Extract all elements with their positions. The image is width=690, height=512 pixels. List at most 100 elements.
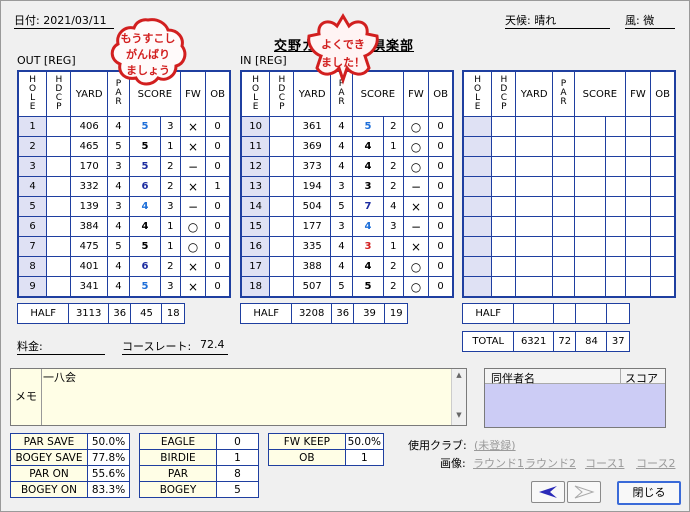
images-label: 画像: bbox=[440, 457, 466, 470]
clubs-link[interactable]: (未登録) bbox=[474, 437, 516, 453]
hole-row[interactable]: 5 139 3 4 3−0 bbox=[17, 196, 231, 217]
stat-key: BOGEY ON bbox=[10, 481, 88, 498]
hole-row[interactable] bbox=[462, 176, 676, 197]
ob-cell bbox=[650, 256, 676, 277]
fee-field[interactable] bbox=[17, 338, 105, 355]
stamp-try-harder-line2: がんばり bbox=[126, 48, 170, 61]
stat-row: PAR 8 bbox=[139, 465, 259, 482]
stat-key: BIRDIE bbox=[139, 449, 217, 466]
hole-row[interactable]: 10 361 4 5 2 ○ 0 bbox=[240, 116, 454, 137]
scroll-down-icon[interactable]: ▼ bbox=[452, 411, 466, 419]
putt-cell: 2 bbox=[382, 276, 404, 298]
image-link-course2[interactable]: コース2 bbox=[636, 455, 675, 471]
par-cell: 5 bbox=[329, 276, 354, 298]
hole-row[interactable]: 1 406 4 5 3 × 0 bbox=[17, 116, 231, 137]
in-half-row: HALF 3208 36 39 19 bbox=[239, 303, 408, 324]
hole-number: 8 bbox=[17, 256, 48, 277]
hole-row[interactable]: 16 335 4 3 1 × 0 bbox=[240, 236, 454, 257]
stat-value: 1 bbox=[216, 449, 259, 466]
hole-row[interactable] bbox=[462, 236, 676, 257]
prev-button[interactable] bbox=[531, 481, 565, 503]
par-cell bbox=[551, 216, 576, 237]
fw-cell: ○ bbox=[402, 256, 430, 277]
score-cell: 5 bbox=[129, 276, 161, 298]
stamp-try-harder-line3: ましょう bbox=[126, 64, 170, 77]
half-yard: 3113 bbox=[68, 303, 109, 324]
score-cell: 4 bbox=[129, 196, 161, 217]
par-cell: 4 bbox=[106, 256, 131, 277]
hole-row[interactable]: 17 388 4 4 2 ○ 0 bbox=[240, 256, 454, 277]
image-link-round1[interactable]: ラウンド1 bbox=[473, 455, 524, 471]
hole-row[interactable] bbox=[462, 256, 676, 277]
hole-number bbox=[462, 256, 493, 277]
memo-box: メモ 一八会 ▲ ▼ bbox=[10, 368, 467, 426]
yard-cell bbox=[515, 256, 553, 277]
hole-row[interactable]: 6 384 4 4 1 ○ 0 bbox=[17, 216, 231, 237]
half-label: HALF bbox=[461, 303, 515, 324]
fw-header: FW bbox=[624, 70, 652, 117]
putt-cell: 1 bbox=[159, 236, 181, 257]
image-link-course1[interactable]: コース1 bbox=[585, 455, 624, 471]
companion-list[interactable]: 同伴者名 スコア bbox=[484, 368, 666, 428]
half-putt: 18 bbox=[161, 303, 185, 324]
hole-number: 17 bbox=[240, 256, 271, 277]
hole-row[interactable] bbox=[462, 216, 676, 237]
hole-row[interactable]: 18 507 5 5 2 ○ 0 bbox=[240, 276, 454, 298]
memo-text[interactable]: 一八会 bbox=[43, 369, 448, 423]
par-cell: 3 bbox=[329, 176, 354, 197]
hole-row[interactable] bbox=[462, 116, 676, 137]
next-button[interactable] bbox=[567, 481, 601, 503]
hole-number: 4 bbox=[17, 176, 48, 197]
yard-cell: 507 bbox=[293, 276, 331, 298]
hole-row[interactable]: 14 504 5 7 4 × 0 bbox=[240, 196, 454, 217]
fw-cell: − bbox=[179, 196, 207, 217]
half-par: 36 bbox=[330, 303, 355, 324]
yard-cell bbox=[515, 136, 553, 157]
hole-number: 15 bbox=[240, 216, 271, 237]
fw-cell: × bbox=[179, 116, 207, 137]
hole-row[interactable]: 2 465 5 5 1 × 0 bbox=[17, 136, 231, 157]
ob-cell: 0 bbox=[428, 156, 454, 177]
putt-cell: 1 bbox=[382, 136, 404, 157]
putt-cell bbox=[604, 236, 626, 257]
score-cell bbox=[574, 116, 606, 137]
hole-row[interactable]: 4 332 4 6 2 × 1 bbox=[17, 176, 231, 197]
fw-cell: × bbox=[402, 236, 430, 257]
hole-row[interactable]: 9 341 4 5 3 × 0 bbox=[17, 276, 231, 298]
yard-cell: 504 bbox=[293, 196, 331, 217]
stats-mid-table: EAGLE 0 BIRDIE 1 PAR 8 BOGEY 5 bbox=[139, 433, 259, 498]
putt-cell: 2 bbox=[159, 156, 181, 177]
hole-row[interactable]: 3 170 3 5 2−0 bbox=[17, 156, 231, 177]
hole-row[interactable]: 8 401 4 6 2 × 0 bbox=[17, 256, 231, 277]
half-score-empty bbox=[575, 303, 608, 324]
hole-row[interactable]: 12 373 4 4 2 ○ 0 bbox=[240, 156, 454, 177]
yard-cell: 373 bbox=[293, 156, 331, 177]
ob-header: OB bbox=[650, 70, 676, 117]
memo-scrollbar[interactable]: ▲ ▼ bbox=[451, 369, 466, 425]
hole-row[interactable]: 11 369 4 4 1 ○ 0 bbox=[240, 136, 454, 157]
image-link-round2[interactable]: ラウンド2 bbox=[525, 455, 576, 471]
scroll-up-icon[interactable]: ▲ bbox=[452, 371, 466, 379]
putt-cell: 2 bbox=[159, 176, 181, 197]
hole-number: 3 bbox=[17, 156, 48, 177]
putt-cell bbox=[604, 196, 626, 217]
ob-cell: 0 bbox=[205, 156, 231, 177]
yard-cell: 170 bbox=[70, 156, 108, 177]
yard-cell bbox=[515, 156, 553, 177]
hole-number: 1 bbox=[17, 116, 48, 137]
par-cell: 5 bbox=[106, 236, 131, 257]
hole-row[interactable] bbox=[462, 276, 676, 298]
hole-row[interactable] bbox=[462, 196, 676, 217]
hole-row[interactable] bbox=[462, 156, 676, 177]
hole-row[interactable]: 7 475 5 5 1 ○ 0 bbox=[17, 236, 231, 257]
companion-score-header: スコア bbox=[625, 372, 658, 385]
hole-row[interactable]: 13 194 3 3 2−0 bbox=[240, 176, 454, 197]
close-button[interactable]: 閉じる bbox=[617, 481, 681, 505]
stat-row: FW KEEP 50.0% bbox=[268, 433, 385, 450]
weather-underline bbox=[505, 12, 610, 29]
par-cell bbox=[551, 276, 576, 298]
hole-row[interactable]: 15 177 3 4 3−0 bbox=[240, 216, 454, 237]
score-cell: 7 bbox=[352, 196, 384, 217]
out-half-row: HALF 3113 36 45 18 bbox=[16, 303, 185, 324]
hole-row[interactable] bbox=[462, 136, 676, 157]
